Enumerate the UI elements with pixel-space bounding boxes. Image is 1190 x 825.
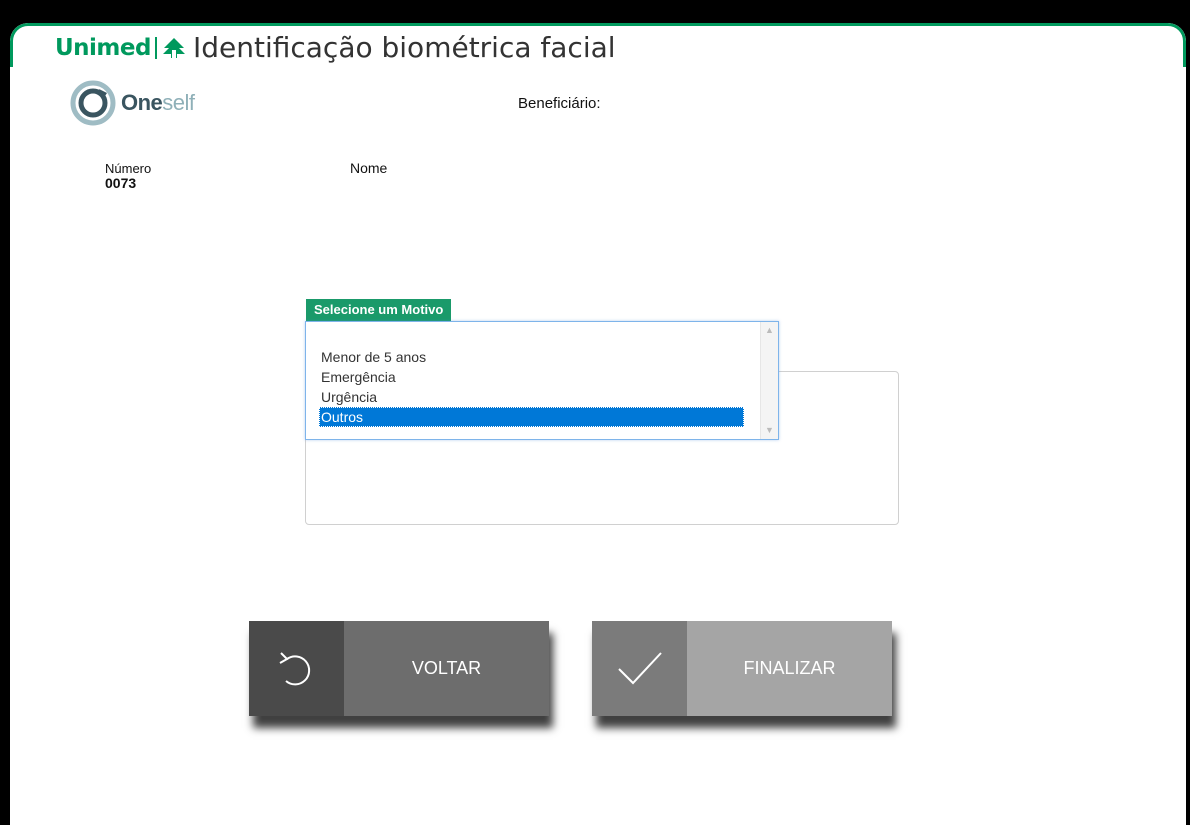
app-window: Unimed Identificação biométrica facial O… [10, 23, 1186, 825]
nome-label: Nome [350, 160, 388, 176]
page-title: Identificação biométrica facial [192, 31, 616, 64]
motivo-legend: Selecione um Motivo [306, 299, 452, 321]
scroll-up-icon[interactable]: ▲ [761, 322, 778, 339]
motivo-options: Menor de 5 anos Emergência Urgência Outr… [319, 347, 744, 427]
numero-label: Número [105, 161, 152, 176]
motivo-option[interactable]: Emergência [319, 367, 744, 387]
oneself-ring-icon [70, 80, 116, 126]
unimed-logo: Unimed [55, 34, 151, 61]
scroll-down-icon[interactable]: ▼ [761, 422, 778, 439]
oneself-logo: Oneself [69, 79, 195, 127]
motivo-option-selected[interactable]: Outros [319, 407, 744, 427]
logo-separator [154, 36, 157, 59]
voltar-label: VOLTAR [344, 621, 549, 716]
oneself-text: Oneself [121, 90, 195, 115]
motivo-listbox[interactable]: Menor de 5 anos Emergência Urgência Outr… [305, 321, 779, 440]
header: Unimed Identificação biométrica facial [55, 31, 616, 64]
undo-icon [249, 621, 344, 716]
motivo-option[interactable]: Urgência [319, 387, 744, 407]
beneficiario-label: Beneficiário: [518, 95, 601, 112]
unimed-tree-icon [162, 37, 185, 58]
finalizar-label: FINALIZAR [687, 621, 892, 716]
check-icon [592, 621, 687, 716]
finalizar-button[interactable]: FINALIZAR [592, 621, 892, 716]
numero-value: 0073 [105, 175, 137, 191]
listbox-scrollbar[interactable]: ▲ ▼ [760, 322, 778, 439]
motivo-option[interactable]: Menor de 5 anos [319, 347, 744, 367]
voltar-button[interactable]: VOLTAR [249, 621, 549, 716]
